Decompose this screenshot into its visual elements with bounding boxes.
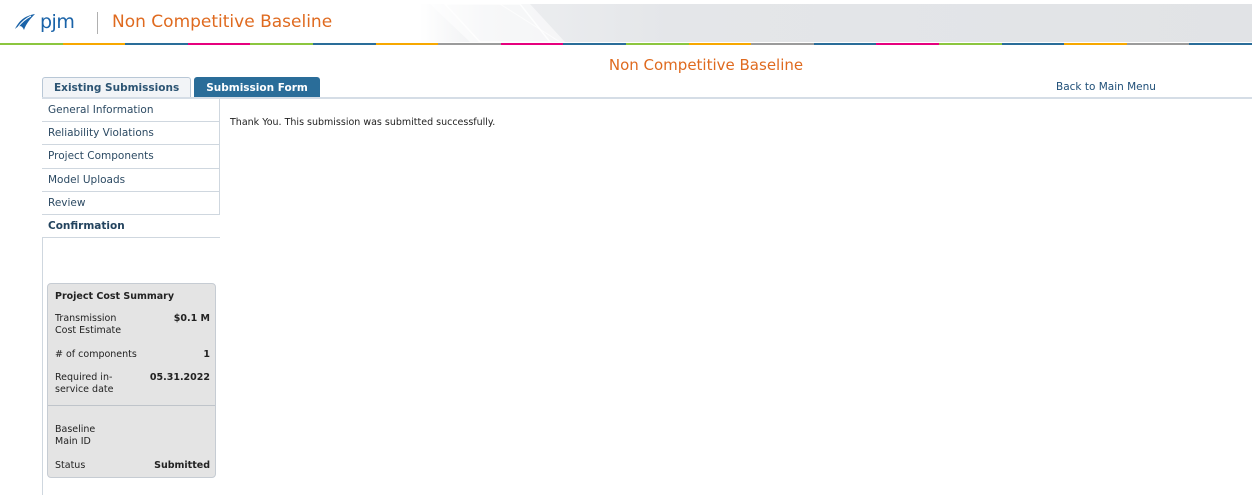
tab-underline xyxy=(42,97,1252,99)
nav-item-review[interactable]: Review xyxy=(42,191,220,215)
stripe-segment xyxy=(876,43,939,45)
header-banner: pjm Non Competitive Baseline xyxy=(0,0,1252,45)
nav-item-general-information[interactable]: General Information xyxy=(42,99,220,123)
left-nav: General Information Reliability Violatio… xyxy=(42,99,220,239)
back-to-main-menu-link[interactable]: Back to Main Menu xyxy=(1056,81,1156,93)
stripe-segment xyxy=(813,43,877,45)
nav-item-project-components[interactable]: Project Components xyxy=(42,145,220,169)
nav-item-model-uploads[interactable]: Model Uploads xyxy=(42,168,220,192)
project-cost-summary: Project Cost Summary Transmission Cost E… xyxy=(47,283,216,478)
stripe-segment xyxy=(375,43,439,45)
summary-label: Status xyxy=(55,460,86,471)
stripe-segment xyxy=(500,43,564,45)
pjm-logo[interactable]: pjm xyxy=(14,10,75,34)
summary-row-baseline-main-id: Baseline Main ID xyxy=(55,424,210,448)
summary-row-status: Status Submitted xyxy=(55,460,210,472)
stripe-segment xyxy=(563,43,626,45)
color-stripe xyxy=(0,43,1252,45)
header-divider xyxy=(97,12,98,34)
stripe-segment xyxy=(0,43,63,45)
summary-value: 05.31.2022 xyxy=(149,372,210,383)
summary-value: 1 xyxy=(203,349,210,360)
summary-label: # of components xyxy=(55,349,137,360)
tab-existing-submissions[interactable]: Existing Submissions xyxy=(42,77,192,98)
summary-row-cost-estimate: Transmission Cost Estimate $0.1 M xyxy=(55,313,210,337)
logo-text: pjm xyxy=(40,11,75,33)
stripe-segment xyxy=(751,43,814,45)
stripe-segment xyxy=(187,43,251,45)
app-title: Non Competitive Baseline xyxy=(112,12,333,32)
tab-bar: Existing Submissions Submission Form xyxy=(42,77,320,98)
summary-title: Project Cost Summary xyxy=(55,291,175,302)
stripe-segment xyxy=(938,43,1002,45)
page-title: Non Competitive Baseline xyxy=(608,56,804,74)
stripe-segment xyxy=(312,43,376,45)
stripe-segment xyxy=(1001,43,1065,45)
summary-label: Baseline Main ID xyxy=(55,424,96,447)
confirmation-message: Thank You. This submission was submitted… xyxy=(230,117,496,128)
stripe-segment xyxy=(688,43,752,45)
stripe-segment xyxy=(125,43,188,45)
stripe-segment xyxy=(625,43,689,45)
stripe-segment xyxy=(438,43,501,45)
status-value: Submitted xyxy=(154,460,210,471)
summary-row-in-service-date: Required in-service date 05.31.2022 xyxy=(55,372,210,396)
stripe-segment xyxy=(250,43,313,45)
stripe-segment xyxy=(1126,43,1190,45)
summary-value: $0.1 M xyxy=(173,313,210,324)
summary-label: Transmission Cost Estimate xyxy=(55,313,122,336)
tab-submission-form[interactable]: Submission Form xyxy=(194,77,320,98)
summary-label: Required in-service date xyxy=(55,372,114,395)
nav-item-confirmation[interactable]: Confirmation xyxy=(42,214,220,239)
stripe-segment xyxy=(1064,43,1127,45)
stripe-segment xyxy=(1189,43,1252,45)
summary-row-components: # of components 1 xyxy=(55,349,210,361)
summary-divider xyxy=(48,405,215,406)
nav-item-reliability-violations[interactable]: Reliability Violations xyxy=(42,122,220,146)
pjm-logo-icon xyxy=(15,14,35,30)
stripe-segment xyxy=(62,43,126,45)
